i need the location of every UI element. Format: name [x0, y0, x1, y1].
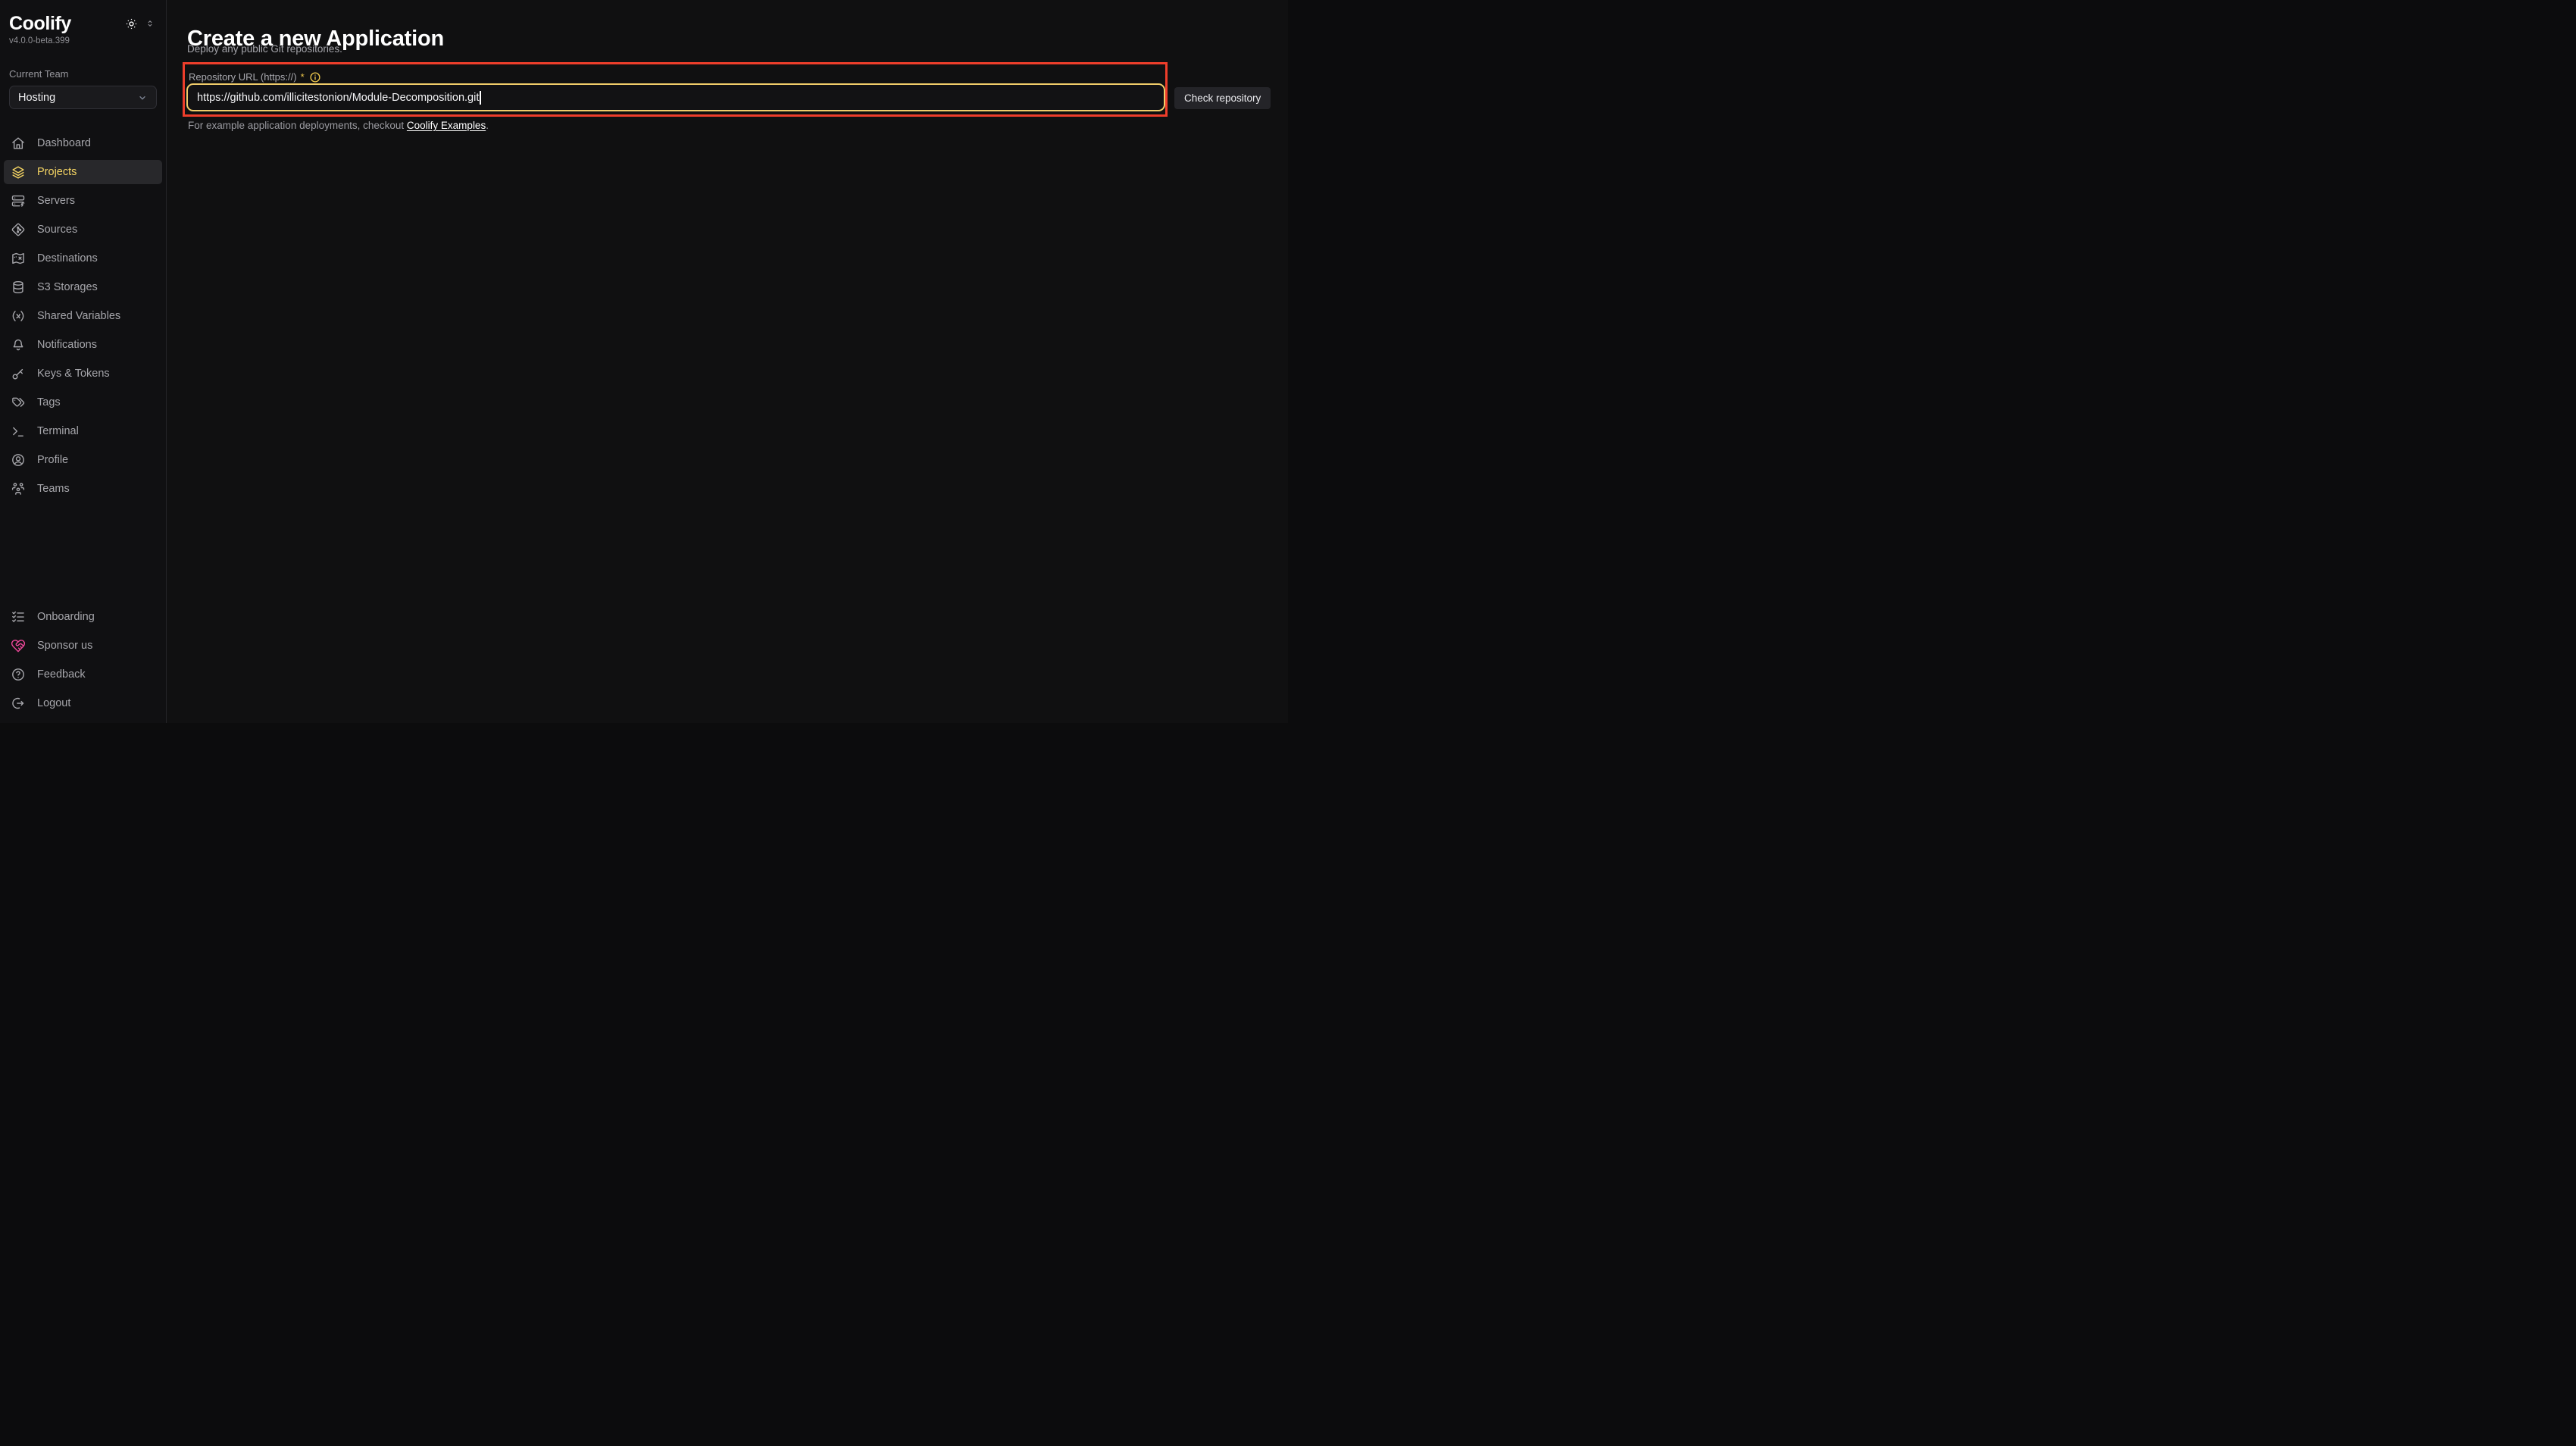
theme-toggle-button[interactable]	[125, 17, 138, 30]
app-logo: Coolify	[9, 14, 71, 33]
main-content: Create a new Application Deploy any publ…	[167, 0, 1288, 723]
server-icon	[11, 193, 26, 208]
sidebar-item-keys-tokens[interactable]: Keys & Tokens	[4, 362, 162, 386]
repository-url-input[interactable]: https://github.com/illicitestonion/Modul…	[186, 83, 1165, 111]
sun-icon	[125, 17, 138, 30]
sidebar-collapse-button[interactable]	[145, 18, 155, 29]
sidebar-nav: Dashboard Projects Servers Sources Desti…	[0, 131, 166, 505]
map-x-icon	[11, 251, 26, 266]
sidebar: Coolify v4.0.0-beta.399 Current Team Hos…	[0, 0, 167, 723]
check-repository-button[interactable]: Check repository	[1174, 87, 1271, 109]
sidebar-item-destinations[interactable]: Destinations	[4, 246, 162, 271]
text-cursor	[480, 91, 481, 105]
layers-icon	[11, 164, 26, 180]
page-subtitle: Deploy any public Git repositories.	[187, 43, 342, 55]
examples-helper-text: For example application deployments, che…	[188, 120, 489, 131]
bell-icon	[11, 337, 26, 352]
sidebar-item-notifications[interactable]: Notifications	[4, 333, 162, 357]
git-icon	[11, 222, 26, 237]
sidebar-item-dashboard[interactable]: Dashboard	[4, 131, 162, 155]
sidebar-item-profile[interactable]: Profile	[4, 448, 162, 472]
sidebar-item-servers[interactable]: Servers	[4, 189, 162, 213]
sidebar-item-sponsor-us[interactable]: Sponsor us	[4, 634, 162, 658]
sidebar-item-teams[interactable]: Teams	[4, 477, 162, 501]
required-marker: *	[301, 70, 305, 83]
sidebar-footer-nav: Onboarding Sponsor us Feedback Logout	[0, 605, 166, 723]
sidebar-item-sources[interactable]: Sources	[4, 218, 162, 242]
sidebar-item-projects[interactable]: Projects	[4, 160, 162, 184]
sidebar-item-feedback[interactable]: Feedback	[4, 662, 162, 687]
sidebar-item-shared-variables[interactable]: Shared Variables	[4, 304, 162, 328]
heart-handshake-icon	[11, 638, 26, 653]
database-icon	[11, 280, 26, 295]
user-circle-icon	[11, 452, 26, 468]
sidebar-item-tags[interactable]: Tags	[4, 390, 162, 415]
team-select-value: Hosting	[18, 92, 55, 104]
terminal-icon	[11, 424, 26, 439]
team-select[interactable]: Hosting	[9, 86, 157, 109]
sidebar-item-s3-storages[interactable]: S3 Storages	[4, 275, 162, 299]
checklist-icon	[11, 609, 26, 624]
users-icon	[11, 481, 26, 496]
sidebar-item-logout[interactable]: Logout	[4, 691, 162, 715]
chevron-down-icon	[136, 92, 148, 104]
logout-icon	[11, 696, 26, 711]
app-version: v4.0.0-beta.399	[0, 33, 166, 45]
repository-url-label-row: Repository URL (https://) *	[189, 70, 321, 83]
key-icon	[11, 366, 26, 381]
coolify-examples-link[interactable]: Coolify Examples	[407, 120, 486, 131]
sidebar-item-terminal[interactable]: Terminal	[4, 419, 162, 443]
current-team-label: Current Team	[9, 68, 157, 80]
repository-url-value: https://github.com/illicitestonion/Modul…	[197, 92, 479, 104]
variables-icon	[11, 308, 26, 324]
sidebar-item-onboarding[interactable]: Onboarding	[4, 605, 162, 629]
repository-url-label: Repository URL (https://)	[189, 70, 297, 83]
chevrons-up-down-icon	[145, 18, 155, 29]
brand-row: Coolify	[0, 0, 166, 33]
tags-icon	[11, 395, 26, 410]
help-circle-icon	[11, 667, 26, 682]
info-icon[interactable]	[309, 71, 321, 83]
home-icon	[11, 136, 26, 151]
